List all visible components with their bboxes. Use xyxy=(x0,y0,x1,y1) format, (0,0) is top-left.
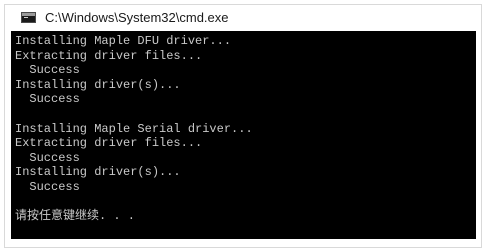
console-lines: Installing Maple DFU driver... Extractin… xyxy=(15,34,253,224)
console-line: Installing Maple DFU driver... xyxy=(15,34,232,48)
console-icon xyxy=(21,12,36,23)
console-line: Success xyxy=(15,63,80,78)
console-line: Installing driver(s)... xyxy=(15,77,181,92)
console-output[interactable]: Installing Maple DFU driver... Extractin… xyxy=(11,31,476,239)
cmd-window: C:\Windows\System32\cmd.exe Installing M… xyxy=(4,4,482,248)
console-line: Success xyxy=(15,92,80,107)
console-line: Success xyxy=(15,150,80,165)
console-line: Installing Maple Serial driver... xyxy=(15,121,253,136)
console-line: 请按任意键继续. . . xyxy=(15,209,136,224)
window-title: C:\Windows\System32\cmd.exe xyxy=(45,10,229,25)
title-bar[interactable]: C:\Windows\System32\cmd.exe xyxy=(5,5,481,31)
console-line: Extracting driver files... xyxy=(15,48,203,63)
console-line: Success xyxy=(15,179,80,194)
console-line: Installing driver(s)... xyxy=(15,165,181,180)
console-line: Extracting driver files... xyxy=(15,136,203,151)
